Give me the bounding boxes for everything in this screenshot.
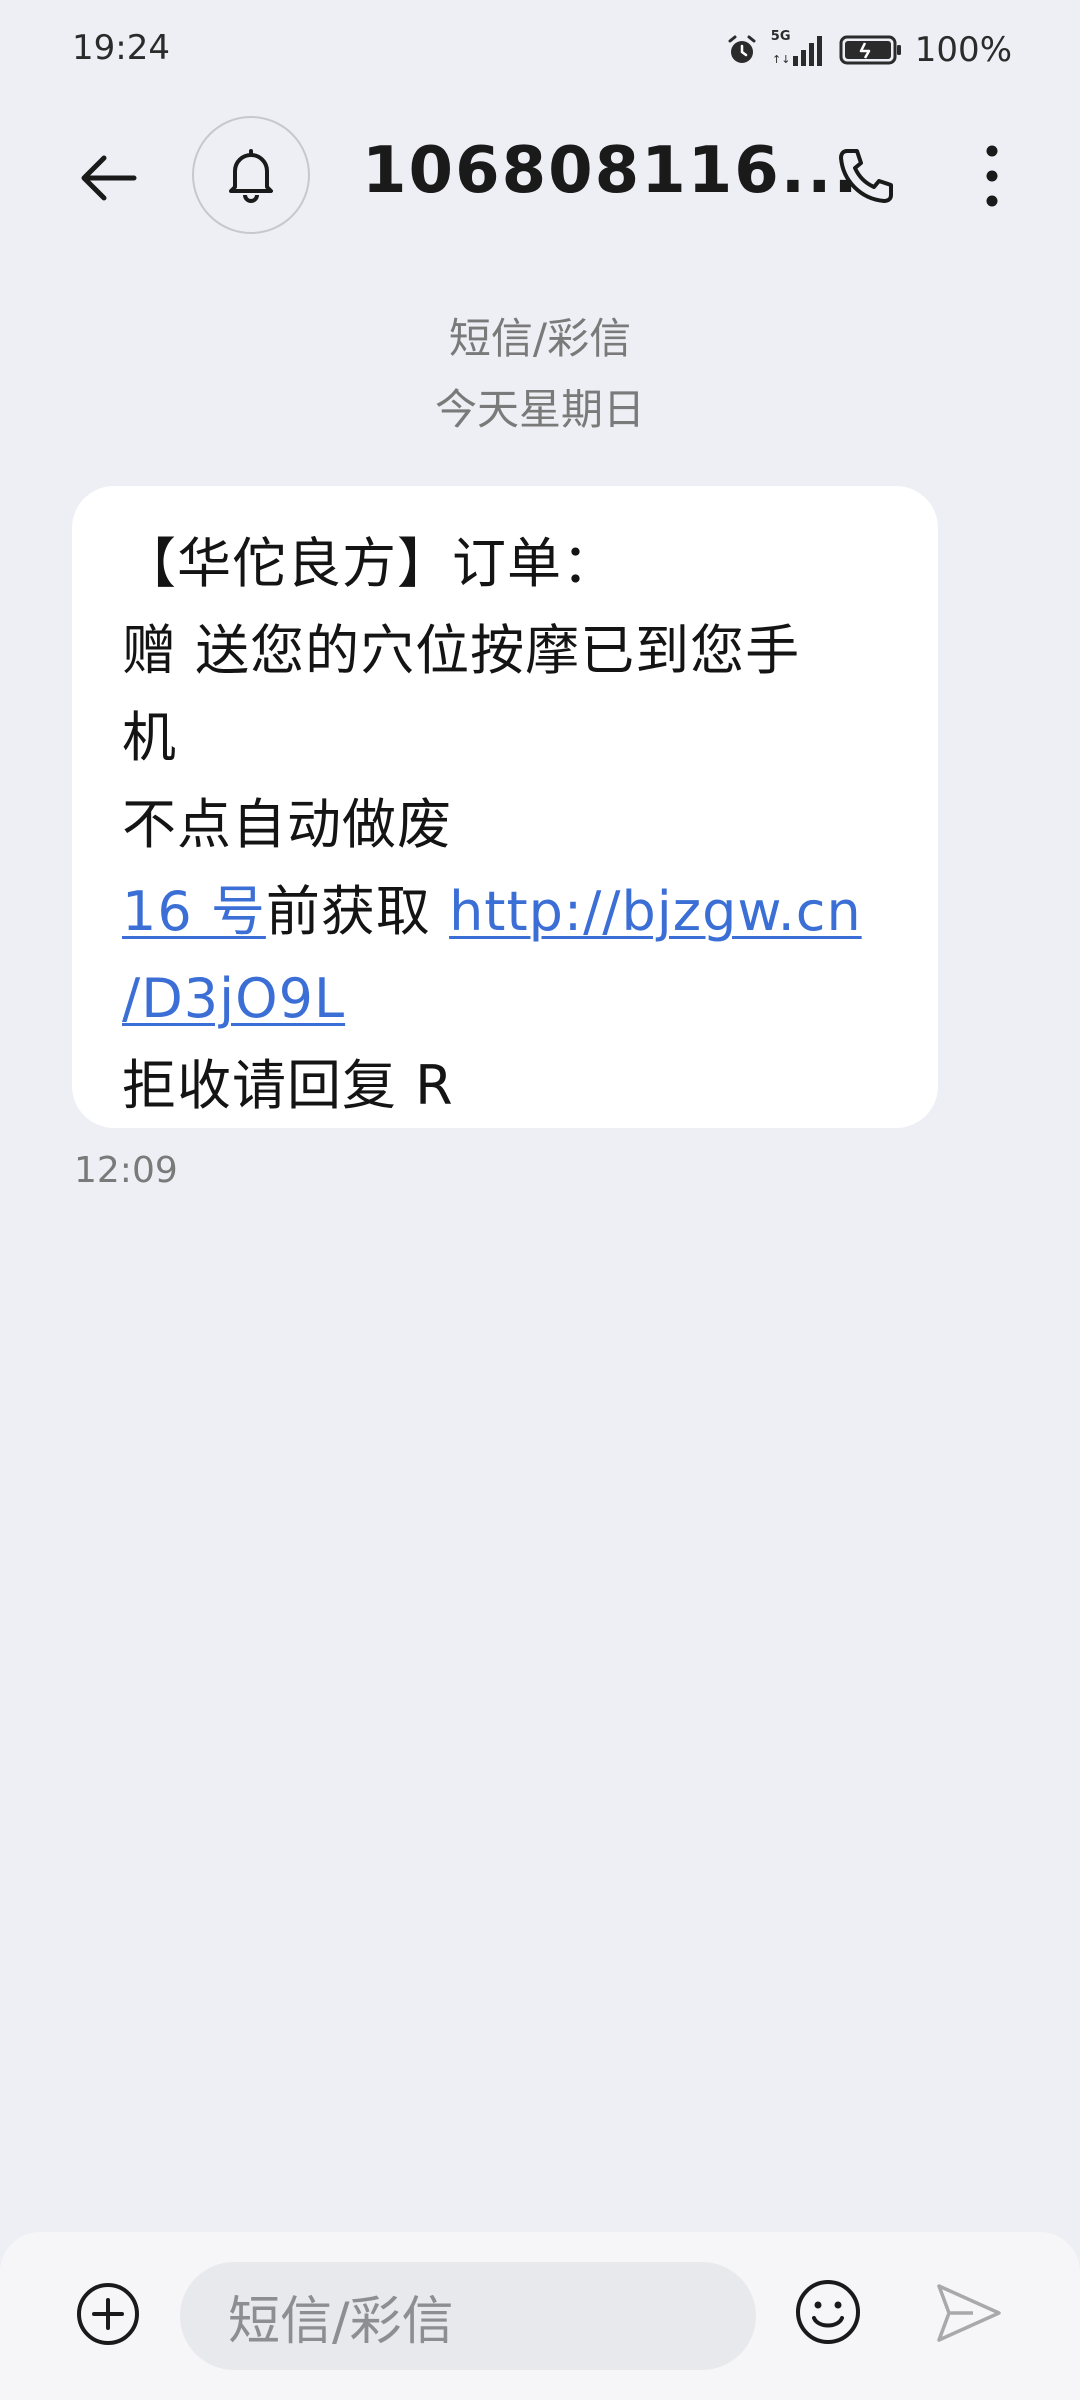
- more-vertical-icon: [986, 145, 998, 207]
- date-link[interactable]: 16 号: [122, 880, 266, 943]
- url-link[interactable]: http://bjzgw.cn: [449, 880, 862, 943]
- emoji-button[interactable]: [786, 2270, 870, 2354]
- alarm-icon: [728, 35, 756, 63]
- send-button[interactable]: [924, 2268, 1014, 2358]
- call-button[interactable]: [826, 136, 906, 216]
- url-link-continued[interactable]: /D3jO9L: [122, 967, 345, 1030]
- message-line: 16 号前获取 http://bjzgw.cn: [122, 868, 894, 955]
- message-bubble[interactable]: 【华佗良方】订单： 赠 送您的穴位按摩已到您手 机 不点自动做废 16 号前获取…: [72, 486, 938, 1128]
- message-line: 不点自动做废: [122, 793, 452, 856]
- bell-icon: [229, 149, 273, 203]
- thread-type-label: 短信/彩信: [448, 314, 632, 363]
- status-time: 19:24: [72, 28, 170, 68]
- composer-bar: 短信/彩信: [0, 2232, 1080, 2400]
- status-icons: 5G ↑↓ 100%: [725, 28, 1012, 72]
- phone-icon: [839, 149, 893, 203]
- send-icon: [937, 2284, 1001, 2342]
- battery-icon: [839, 35, 901, 65]
- message-input[interactable]: 短信/彩信: [180, 2262, 756, 2370]
- add-attachment-button[interactable]: [66, 2272, 150, 2356]
- svg-text:↑↓: ↑↓: [772, 53, 790, 66]
- back-button[interactable]: [68, 138, 148, 218]
- message-line: 机: [122, 706, 177, 769]
- message-line: 赠 送您的穴位按摩已到您手: [122, 619, 801, 682]
- signal-icon: 5G ↑↓: [771, 30, 827, 70]
- status-bar: 19:24 5G ↑↓ 100%: [0, 0, 1080, 100]
- contact-avatar[interactable]: [192, 116, 310, 234]
- message-line: 【华佗良方】订单：: [122, 532, 617, 595]
- add-icon: [77, 2283, 139, 2345]
- message-text: 前获取: [265, 880, 450, 943]
- back-arrow-icon: [81, 155, 137, 201]
- message-line: 拒收请回复 R: [122, 1054, 454, 1117]
- conversation-header: 106808116...: [0, 100, 1080, 250]
- message-line: /D3jO9L: [122, 955, 894, 1042]
- contact-number: 106808116...: [362, 134, 860, 208]
- thread-date-label: 今天星期日: [434, 385, 645, 434]
- emoji-icon: [796, 2280, 860, 2344]
- message-timestamp: 12:09: [74, 1150, 178, 1191]
- battery-percent: 100%: [914, 30, 1012, 70]
- more-options-button[interactable]: [952, 136, 1032, 216]
